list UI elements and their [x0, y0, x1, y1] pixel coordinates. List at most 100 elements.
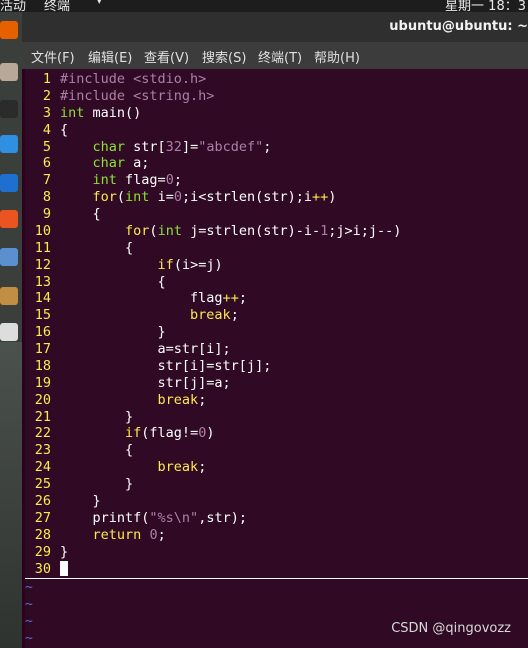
menu-view[interactable]: 查看(V) — [144, 47, 189, 66]
code-line[interactable]: 4{ — [25, 122, 528, 139]
dock — [0, 12, 22, 648]
code-token: 0 — [173, 189, 182, 206]
menu-help[interactable]: 帮助(H) — [314, 47, 360, 66]
code-line[interactable]: 18 str[i]=str[j]; — [25, 358, 528, 375]
code-text[interactable]: { — [60, 274, 166, 291]
code-text[interactable] — [60, 560, 68, 579]
code-text[interactable]: flag++; — [60, 290, 247, 307]
code-line[interactable]: 11 { — [25, 240, 528, 257]
code-line[interactable]: 6 char a; — [25, 155, 528, 172]
code-line[interactable]: 15 break; — [25, 307, 528, 324]
code-text[interactable]: int flag=0; — [60, 172, 182, 189]
menu-edit[interactable]: 编辑(E) — [88, 47, 132, 66]
code-line[interactable]: 19 str[j]=a; — [25, 375, 528, 392]
code-text[interactable]: break; — [60, 459, 207, 476]
code-line[interactable]: 9 { — [25, 206, 528, 223]
code-text[interactable]: for(int j=strlen(str)-i-1;j>i;j--) — [60, 223, 401, 240]
chevron-down-icon[interactable]: ▾ — [97, 0, 102, 7]
terminal-icon[interactable] — [0, 100, 18, 118]
menu-bar: 文件(F) 编辑(E) 查看(V) 搜索(S) 终端(T) 帮助(H) — [22, 42, 528, 69]
code-token: printf( — [60, 509, 150, 526]
code-line[interactable]: 22 if(flag!=0) — [25, 425, 528, 442]
code-text[interactable]: printf("%s\n",str); — [60, 510, 247, 527]
code-text[interactable]: #include <stdio.h> — [60, 71, 206, 88]
top-bar: 活动 终端 ▾ 星期一 18：3 — [0, 0, 528, 12]
code-text[interactable]: } — [60, 493, 101, 510]
line-number: 20 — [34, 391, 51, 408]
settings-icon[interactable] — [0, 248, 18, 266]
dock-wallpaper — [0, 342, 22, 648]
code-line[interactable]: 25 } — [25, 476, 528, 493]
code-text[interactable]: } — [60, 476, 133, 493]
menu-terminal[interactable]: 终端(T) — [258, 47, 302, 66]
code-text[interactable]: char a; — [60, 155, 150, 172]
code-token: } — [60, 324, 166, 341]
code-text[interactable]: if(flag!=0) — [60, 425, 214, 442]
line-number: 7 — [42, 172, 51, 189]
code-text[interactable]: str[i]=str[j]; — [60, 358, 272, 375]
menu-search[interactable]: 搜索(S) — [202, 47, 246, 66]
code-text[interactable]: { — [60, 442, 133, 459]
code-line[interactable]: 28 return 0; — [25, 527, 528, 544]
code-text[interactable]: a=str[i]; — [60, 341, 231, 358]
code-line[interactable]: 27 printf("%s\n",str); — [25, 510, 528, 527]
code-line[interactable]: 13 { — [25, 274, 528, 291]
code-line[interactable]: 5 char str[32]="abcdef"; — [25, 139, 528, 156]
vim-editor[interactable]: 1 #include <stdio.h> 2 #include <string.h> 3… — [25, 69, 528, 648]
code-token: { — [60, 121, 69, 138]
code-token: "%s\n" — [149, 509, 199, 526]
code-text[interactable]: return 0; — [60, 527, 166, 544]
code-text[interactable]: } — [60, 409, 133, 426]
code-text[interactable]: char str[32]="abcdef"; — [60, 139, 272, 156]
code-text[interactable]: { — [60, 122, 68, 139]
empty-line-marker: ~ — [25, 614, 33, 629]
clock[interactable]: 星期一 18：3 — [445, 0, 526, 12]
activities-button[interactable]: 活动 — [0, 0, 26, 12]
code-line[interactable]: 1 #include <stdio.h> — [25, 71, 528, 88]
files-icon[interactable] — [0, 63, 18, 81]
code-text[interactable]: #include <string.h> — [60, 88, 214, 105]
code-text[interactable]: int main() — [60, 105, 141, 122]
code-text[interactable]: { — [60, 240, 133, 257]
code-line[interactable]: 17 a=str[i]; — [25, 341, 528, 358]
code-line[interactable]: 7 int flag=0; — [25, 172, 528, 189]
software-icon[interactable] — [0, 210, 18, 228]
code-line[interactable]: 30 — [25, 560, 528, 579]
code-token: ,str); — [198, 509, 247, 526]
code-line[interactable]: 29} — [25, 544, 528, 561]
code-line[interactable]: 10 for(int j=strlen(str)-i-1;j>i;j--) — [25, 223, 528, 240]
code-line[interactable]: 3 int main() — [25, 105, 528, 122]
code-line[interactable]: 16 } — [25, 324, 528, 341]
code-line[interactable]: 8 for(int i=0;i<strlen(str);i++) — [25, 189, 528, 206]
code-token: ;j>i;j--) — [328, 222, 402, 239]
app-menu-button[interactable]: 终端 — [44, 0, 70, 12]
code-line[interactable]: 24 break; — [25, 459, 528, 476]
code-line[interactable]: 2 #include <string.h> — [25, 88, 528, 105]
code-text[interactable]: for(int i=0;i<strlen(str);i++) — [60, 189, 337, 206]
devtool-icon[interactable] — [0, 174, 18, 192]
code-text[interactable]: break; — [60, 307, 239, 324]
code-line[interactable]: 23 { — [25, 442, 528, 459]
code-text[interactable]: str[j]=a; — [60, 375, 231, 392]
code-line[interactable]: 12 if(i>=j) — [25, 257, 528, 274]
help-icon[interactable] — [0, 323, 18, 341]
code-line[interactable]: 26 } — [25, 493, 528, 510]
menu-file[interactable]: 文件(F) — [31, 47, 75, 66]
code-text[interactable]: if(i>=j) — [60, 257, 223, 274]
window-title-bar[interactable]: ubuntu@ubuntu: ~ — [22, 12, 528, 42]
code-text[interactable]: { — [60, 206, 101, 223]
text-editor-icon[interactable] — [0, 287, 18, 305]
code-token: ; — [230, 307, 239, 324]
code-line[interactable]: 20 break; — [25, 392, 528, 409]
code-line[interactable]: 14 flag++; — [25, 290, 528, 307]
code-token: flag= — [116, 172, 166, 189]
firefox-icon[interactable] — [0, 21, 18, 39]
code-text[interactable]: } — [60, 324, 166, 341]
code-text[interactable]: } — [60, 544, 68, 561]
code-line[interactable]: 21 } — [25, 409, 528, 426]
vscode-icon[interactable] — [0, 135, 18, 153]
code-text[interactable]: break; — [60, 392, 207, 409]
